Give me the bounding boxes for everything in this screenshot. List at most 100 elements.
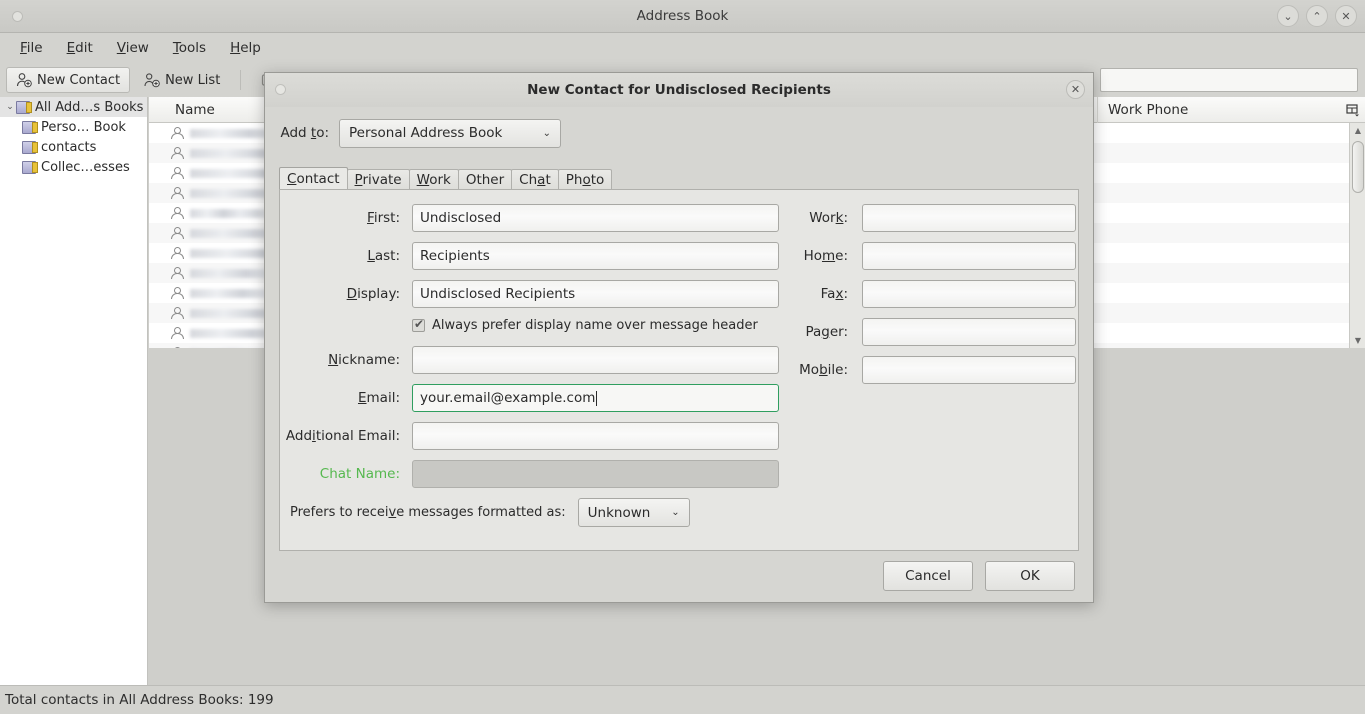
menu-help[interactable]: Help xyxy=(218,37,273,59)
person-icon xyxy=(171,287,184,299)
close-icon[interactable]: ✕ xyxy=(1335,5,1357,27)
tab-work-accel: W xyxy=(416,172,430,188)
menu-file-rest: ile xyxy=(26,40,43,56)
maximize-icon[interactable]: ⌃ xyxy=(1306,5,1328,27)
dialog-title: New Contact for Undisclosed Recipients xyxy=(527,82,831,98)
new-contact-label: New Contact xyxy=(37,72,121,88)
sidebar-item-label: Collec…esses xyxy=(41,159,130,175)
display-name-input[interactable]: Undisclosed Recipients xyxy=(412,280,779,308)
new-list-label: New List xyxy=(165,72,221,88)
prefers-format-value: Unknown xyxy=(587,504,651,521)
mobile-label: Mobile: xyxy=(799,362,848,378)
email-label: Email: xyxy=(357,390,400,406)
additional-email-label: Additional Email: xyxy=(285,428,400,444)
email-input[interactable]: your.email@example.com xyxy=(412,384,779,412)
scrollbar-thumb[interactable] xyxy=(1352,141,1364,193)
window-controls: ⌄ ⌃ ✕ xyxy=(1277,5,1357,27)
prefers-format-label: Prefers to receive messages formatted as… xyxy=(290,505,566,520)
column-picker-icon[interactable] xyxy=(1345,102,1361,118)
people-add-icon xyxy=(144,72,160,88)
dialog-titlebar: New Contact for Undisclosed Recipients xyxy=(265,73,1093,107)
email-accel: E xyxy=(357,390,367,406)
person-icon xyxy=(171,207,184,219)
prefers-format-select[interactable]: Unknown ⌄ xyxy=(577,498,690,527)
address-book-icon xyxy=(22,160,38,174)
contacts-scrollbar[interactable]: ▲ ▼ xyxy=(1349,123,1365,348)
last-name-value: Recipients xyxy=(420,248,490,264)
first-name-value: Undisclosed xyxy=(420,210,502,226)
status-text: Total contacts in All Address Books: 199 xyxy=(5,692,274,708)
search-input[interactable] xyxy=(1100,68,1358,92)
last-name-accel: L xyxy=(367,248,375,264)
additional-email-input[interactable] xyxy=(412,422,779,450)
fax-input[interactable] xyxy=(862,280,1076,308)
nickname-accel: N xyxy=(328,352,339,368)
sidebar-item-contacts[interactable]: contacts xyxy=(0,137,147,157)
scroll-up-icon[interactable]: ▲ xyxy=(1350,123,1365,138)
twisty-icon[interactable]: ⌄ xyxy=(4,102,16,112)
menu-edit[interactable]: Edit xyxy=(55,37,105,59)
display-name-value: Undisclosed Recipients xyxy=(420,286,576,302)
first-name-input[interactable]: Undisclosed xyxy=(412,204,779,232)
pager-input[interactable] xyxy=(862,318,1076,346)
person-add-icon xyxy=(16,72,32,88)
dialog-menu-icon[interactable] xyxy=(275,84,286,95)
tab-other-label: Other xyxy=(465,172,505,188)
fax-label: Fax: xyxy=(820,286,848,302)
menu-view[interactable]: View xyxy=(105,37,161,59)
minimize-icon[interactable]: ⌄ xyxy=(1277,5,1299,27)
address-books-sidebar: ⌄ All Add…s Books Perso… Book contacts C… xyxy=(0,97,148,685)
work-phone-input[interactable] xyxy=(862,204,1076,232)
add-to-accel: t xyxy=(310,125,317,141)
address-book-icon xyxy=(22,140,38,154)
home-phone-input[interactable] xyxy=(862,242,1076,270)
dialog-close-icon[interactable]: ✕ xyxy=(1066,80,1085,99)
sidebar-item-all-address-books[interactable]: ⌄ All Add…s Books xyxy=(0,97,147,117)
person-icon xyxy=(171,227,184,239)
tab-photo-accel: o xyxy=(582,172,591,188)
add-to-label: Add to: xyxy=(280,125,329,141)
prefer-display-name-checkbox-row[interactable]: Always prefer display name over message … xyxy=(412,317,758,333)
sidebar-item-label: Perso… Book xyxy=(41,119,126,135)
cancel-button[interactable]: Cancel xyxy=(883,561,973,591)
add-to-select[interactable]: Personal Address Book ⌄ xyxy=(339,118,561,148)
last-name-input[interactable]: Recipients xyxy=(412,242,779,270)
sidebar-item-collected-addresses[interactable]: Collec…esses xyxy=(0,157,147,177)
menu-edit-accel: E xyxy=(66,40,76,56)
first-name-label: First: xyxy=(367,210,400,226)
home-phone-label: Home: xyxy=(803,248,848,264)
text-caret xyxy=(596,390,598,406)
person-icon xyxy=(171,307,184,319)
menu-view-accel: V xyxy=(116,40,126,56)
add-to-row: Add to: Personal Address Book ⌄ xyxy=(265,117,1093,149)
toolbar-separator xyxy=(240,70,242,90)
sidebar-item-label: contacts xyxy=(41,139,97,155)
menu-file[interactable]: File xyxy=(8,37,55,59)
sidebar-item-personal-address-book[interactable]: Perso… Book xyxy=(0,117,147,137)
mobile-accel: b xyxy=(819,362,828,378)
first-name-accel: F xyxy=(367,210,374,226)
chat-name-input xyxy=(412,460,779,488)
ok-button[interactable]: OK xyxy=(985,561,1075,591)
menubar: File Edit View Tools Help xyxy=(0,33,1365,63)
person-icon xyxy=(171,167,184,179)
new-contact-dialog: New Contact for Undisclosed Recipients ✕… xyxy=(264,72,1094,603)
nickname-input[interactable] xyxy=(412,346,779,374)
contact-tab-panel: First: Undisclosed Last: Recipients Disp… xyxy=(279,189,1079,551)
last-name-label: Last: xyxy=(367,248,400,264)
scroll-down-icon[interactable]: ▼ xyxy=(1350,333,1365,348)
pager-accel: g xyxy=(821,324,830,340)
checkbox-checked-icon[interactable] xyxy=(412,317,425,332)
new-list-button[interactable]: New List xyxy=(134,67,230,93)
window-title: Address Book xyxy=(636,8,729,24)
menu-tools[interactable]: Tools xyxy=(161,37,218,59)
add-to-value: Personal Address Book xyxy=(349,125,503,141)
new-contact-button[interactable]: New Contact xyxy=(6,67,131,93)
column-header-work-phone[interactable]: Work Phone xyxy=(1098,97,1349,123)
dialog-footer: Cancel OK xyxy=(265,550,1093,602)
email-value: your.email@example.com xyxy=(420,390,596,406)
person-icon xyxy=(171,187,184,199)
address-book-icon xyxy=(16,100,32,114)
home-phone-accel: m xyxy=(821,248,836,264)
mobile-input[interactable] xyxy=(862,356,1076,384)
